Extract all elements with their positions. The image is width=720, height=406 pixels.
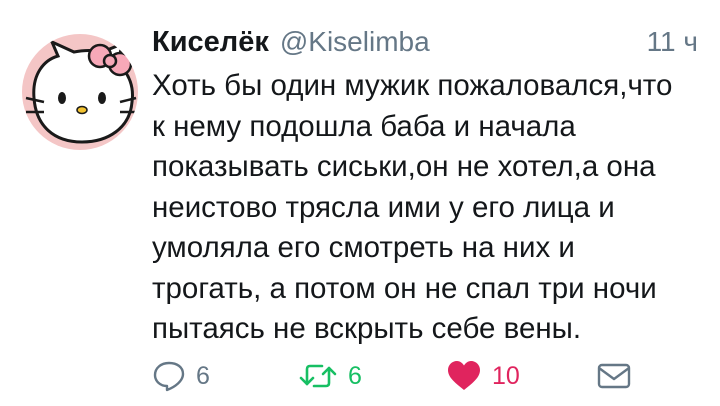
like-count: 10 [492, 361, 520, 390]
tweet-text-line: к нему подошла баба и начала [152, 109, 576, 143]
envelope-icon [597, 363, 631, 389]
hello-kitty-avatar-icon [22, 34, 138, 150]
reply-button[interactable]: 6 [152, 356, 210, 396]
direct-message-button[interactable] [596, 356, 632, 396]
reply-count: 6 [196, 361, 210, 390]
display-name[interactable]: Киселёк [152, 26, 269, 59]
timestamp[interactable]: 11 ч [647, 26, 698, 58]
heart-icon [448, 361, 480, 390]
retweet-icon [299, 364, 337, 388]
tweet-text-line: умоляла его смотреть на них и [152, 231, 575, 264]
tweet-text-line: показывать сиськи,он не хотел,а она [152, 150, 656, 183]
tweet-text: Хоть бы один мужик пожаловался,что к нем… [152, 66, 712, 350]
avatar[interactable] [22, 34, 138, 150]
like-button[interactable]: 10 [446, 356, 520, 396]
tweet-actions: 6 6 10 [152, 356, 652, 396]
tweet[interactable]: Киселёк @Kiselimba 11 ч Хоть бы один муж… [0, 0, 720, 406]
reply-icon [153, 361, 185, 392]
tweet-text-line: трогать, а потом он не спал три ночи [152, 271, 657, 305]
tweet-header: Киселёк @Kiselimba 11 ч [152, 26, 698, 66]
retweet-button[interactable]: 6 [298, 356, 362, 396]
tweet-text-line: неистово трясла ими у его лица и [152, 190, 615, 224]
handle[interactable]: @Kiselimba [280, 26, 430, 58]
tweet-text-line: пытаясь не вскрыть себе вены. [152, 312, 582, 345]
tweet-text-line: Хоть бы один мужик пожаловался,что [152, 69, 673, 102]
retweet-count: 6 [348, 361, 362, 390]
